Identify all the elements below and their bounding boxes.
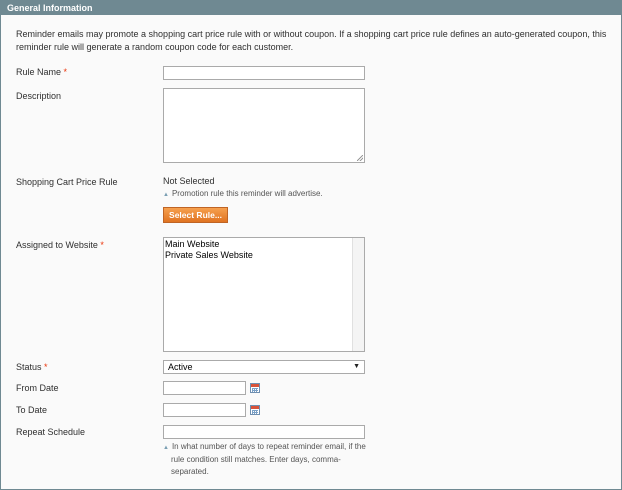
- description-label: Description: [16, 91, 62, 101]
- price-rule-value: Not Selected: [163, 176, 215, 186]
- rule-name-label: Rule Name *: [16, 67, 67, 77]
- from-date-label: From Date: [16, 383, 59, 393]
- vertical-scrollbar[interactable]: [352, 238, 364, 351]
- triangle-up-icon: ▲: [163, 192, 169, 198]
- status-label: Status *: [16, 362, 48, 372]
- rule-name-input[interactable]: [163, 66, 365, 80]
- price-rule-label: Shopping Cart Price Rule: [16, 177, 118, 187]
- chevron-down-icon[interactable]: ▼: [353, 361, 360, 373]
- description-textarea[interactable]: [163, 88, 365, 163]
- resize-grip-icon[interactable]: [357, 155, 363, 161]
- calendar-icon[interactable]: [250, 383, 260, 393]
- repeat-note-line-3: separated.: [171, 467, 209, 476]
- repeat-note-text-1: In what number of days to repeat reminde…: [171, 442, 366, 451]
- repeat-schedule-input[interactable]: [163, 425, 365, 439]
- triangle-up-icon: ▲: [163, 445, 169, 451]
- repeat-note-line-2: rule condition still matches. Enter days…: [171, 455, 341, 464]
- intro-text: Reminder emails may promote a shopping c…: [16, 28, 611, 53]
- required-marker: *: [100, 240, 104, 250]
- repeat-schedule-note: ▲ In what number of days to repeat remind…: [163, 441, 373, 478]
- required-marker: *: [44, 362, 48, 372]
- website-label: Assigned to Website *: [16, 240, 104, 250]
- website-option[interactable]: Private Sales Website: [164, 250, 364, 261]
- repeat-schedule-label: Repeat Schedule: [16, 427, 86, 437]
- price-rule-note-text: Promotion rule this reminder will advert…: [171, 189, 323, 198]
- intro-line-2: reminder rule will generate a random cou…: [16, 41, 294, 52]
- website-multiselect[interactable]: Main Website Private Sales Website: [163, 237, 365, 352]
- to-date-input[interactable]: [163, 403, 246, 417]
- status-label-text: Status: [16, 362, 42, 372]
- section-header: General Information: [1, 1, 621, 15]
- website-label-text: Assigned to Website: [16, 240, 98, 250]
- price-rule-note: ▲ Promotion rule this reminder will adver…: [163, 188, 323, 201]
- from-date-input[interactable]: [163, 381, 246, 395]
- intro-line-1: Reminder emails may promote a shopping c…: [16, 29, 607, 39]
- to-date-label: To Date: [16, 405, 48, 415]
- general-information-panel: General Information Reminder emails may …: [0, 0, 622, 490]
- repeat-note-line-1: ▲ In what number of days to repeat remind…: [163, 441, 373, 454]
- status-selected-value: Active: [168, 362, 193, 372]
- required-marker: *: [63, 67, 68, 77]
- select-rule-button[interactable]: Select Rule...: [163, 207, 228, 223]
- status-select[interactable]: Active ▼: [163, 360, 365, 374]
- calendar-icon[interactable]: [250, 405, 260, 415]
- website-option[interactable]: Main Website: [164, 239, 364, 250]
- rule-name-label-text: Rule Name: [16, 67, 62, 77]
